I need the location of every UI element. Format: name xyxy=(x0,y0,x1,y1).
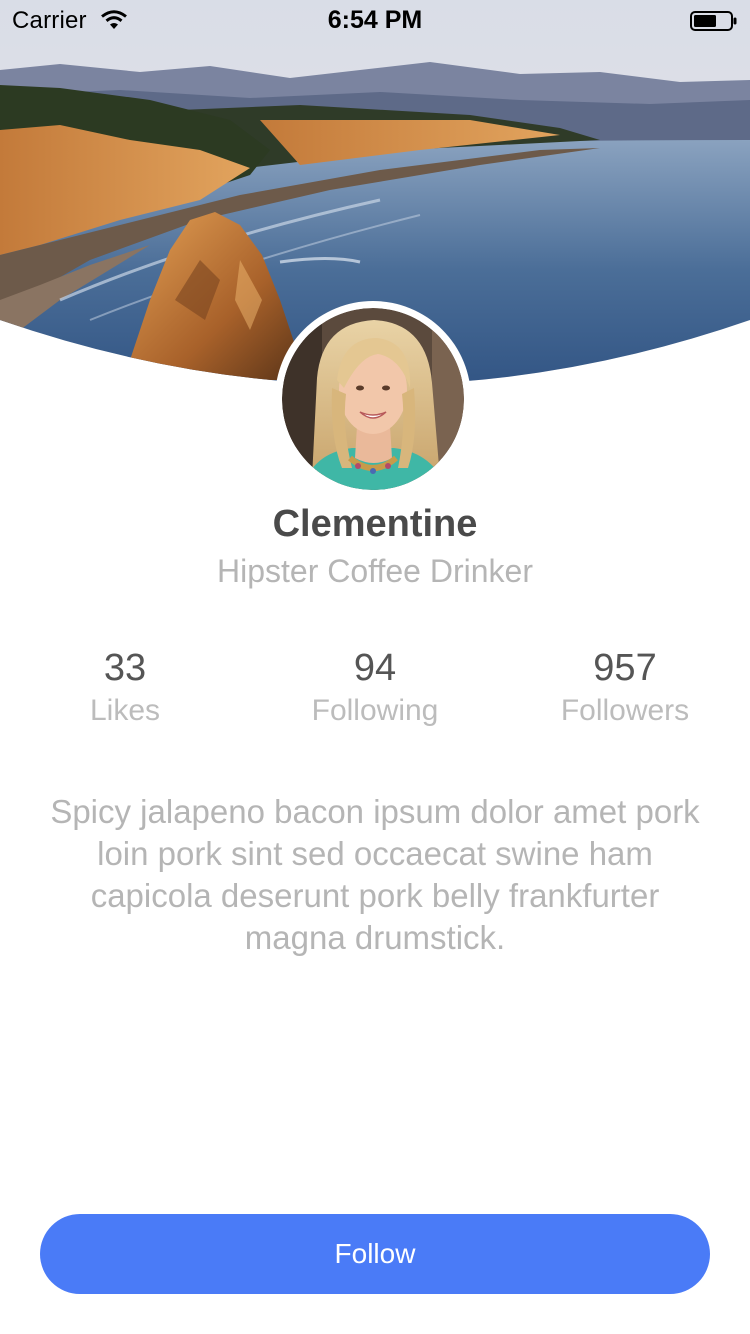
stat-value: 957 xyxy=(593,647,657,689)
clock: 6:54 PM xyxy=(327,6,423,34)
follow-button[interactable]: Follow xyxy=(40,1214,710,1294)
stat-label: Following xyxy=(311,694,439,727)
stat-followers[interactable]: 957 Followers xyxy=(500,645,750,731)
profile-subtitle: Hipster Coffee Drinker xyxy=(217,553,533,589)
stat-following[interactable]: 94 Following xyxy=(250,645,500,731)
profile-screen: Carrier 6:54 PM Clementine Hipster Coffe… xyxy=(0,0,750,1334)
stat-label: Followers xyxy=(560,694,690,727)
profile-name: Clementine xyxy=(272,503,478,545)
stats-row: 33 Likes 94 Following 957 Followers xyxy=(0,645,750,735)
profile-bio: Spicy jalapeno bacon ipsum dolor amet po… xyxy=(50,793,700,956)
stat-likes[interactable]: 33 Likes xyxy=(0,645,250,731)
avatar xyxy=(275,301,471,497)
stat-label: Likes xyxy=(89,694,161,727)
stat-value: 33 xyxy=(103,647,147,689)
battery-icon xyxy=(690,10,738,31)
stat-value: 94 xyxy=(353,647,397,689)
status-bar: Carrier 6:54 PM xyxy=(0,0,750,40)
